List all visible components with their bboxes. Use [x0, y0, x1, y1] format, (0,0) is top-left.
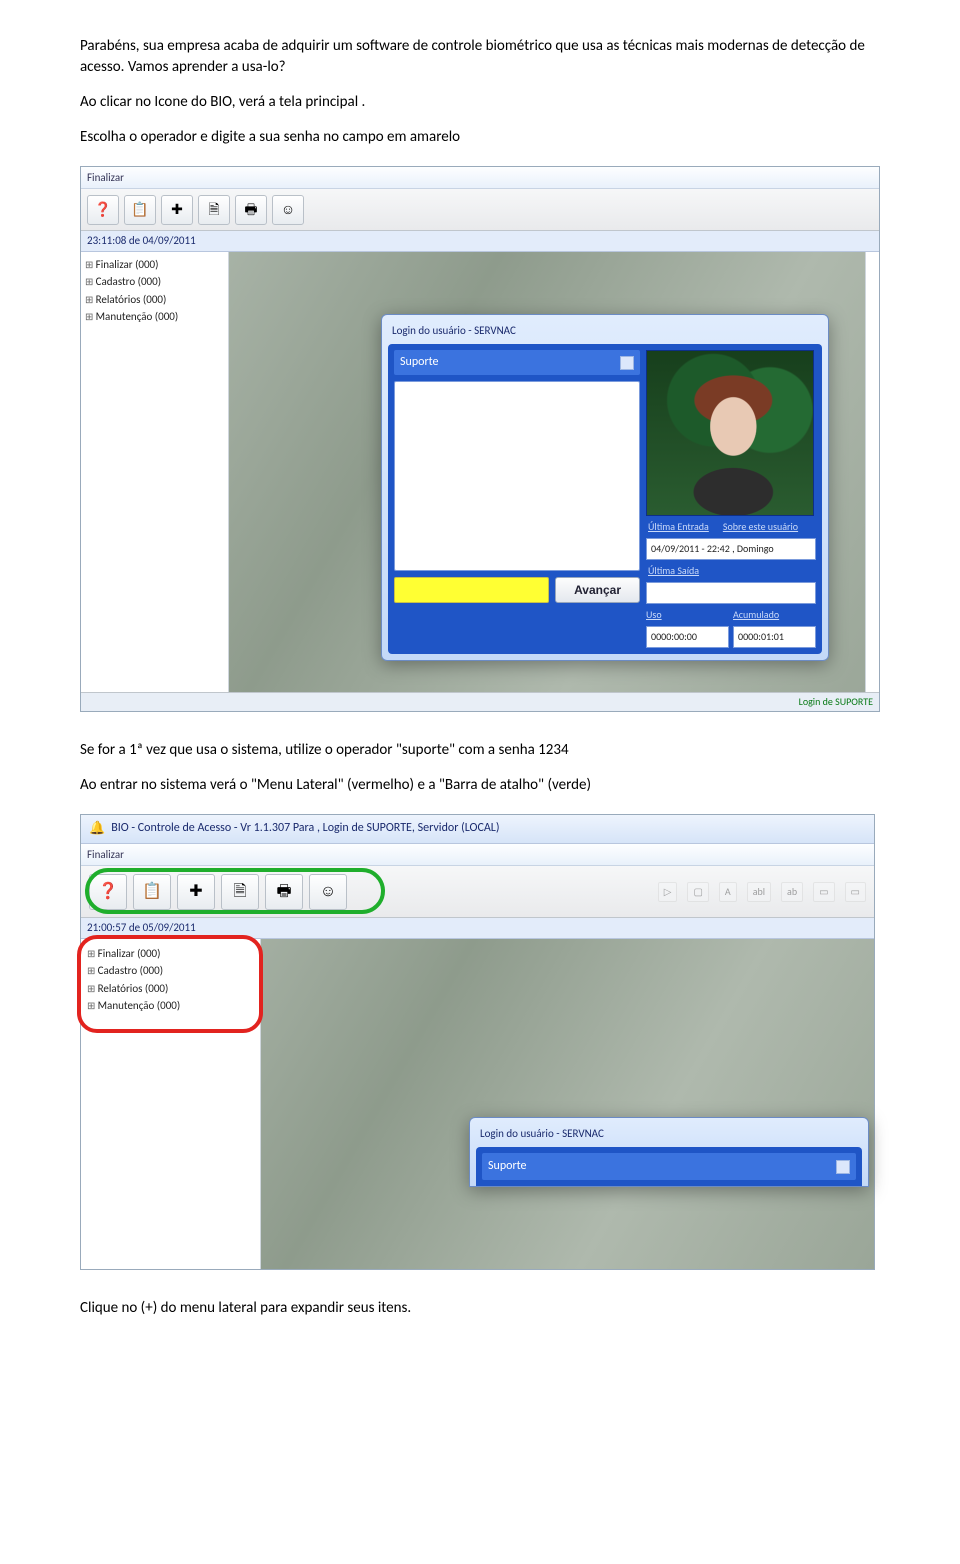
- scroll-up-icon[interactable]: [836, 1160, 850, 1174]
- window-titlebar: 🔔 BIO - Controle de Acesso - Vr 1.1.307 …: [81, 815, 874, 844]
- ultima-entrada-value: 04/09/2011 - 22:42 , Domingo: [646, 538, 816, 560]
- label-acumulado: Acumulado: [733, 608, 816, 622]
- print-icon[interactable]: 🖶: [265, 874, 303, 910]
- document-icon[interactable]: 🗎: [221, 874, 259, 910]
- user-photo: [646, 350, 814, 516]
- menubar: Finalizar: [81, 844, 874, 866]
- pointer-icon: ▷: [658, 882, 678, 902]
- abl-icon: abl: [747, 882, 771, 902]
- side-tree: Finalizar (000) Cadastro (000) Relatório…: [81, 252, 229, 692]
- login-dialog: Login do usuário - SERVNAC Suporte Avanç…: [381, 314, 829, 661]
- selected-user-label: Suporte: [400, 354, 439, 371]
- login-dialog-title: Login do usuário - SERVNAC: [476, 1124, 862, 1147]
- menu-finalizar[interactable]: Finalizar: [87, 848, 124, 861]
- clipboard-icon[interactable]: 📋: [133, 874, 171, 910]
- uso-value: 0000:00:00: [646, 626, 729, 648]
- link-ultima-entrada[interactable]: Última Entrada: [648, 520, 709, 534]
- tree-finalizar[interactable]: Finalizar (000): [85, 256, 224, 273]
- help-icon[interactable]: ❓: [89, 874, 127, 910]
- outro-paragraph-1: Clique no (+) do menu lateral para expan…: [80, 1298, 880, 1319]
- help-icon[interactable]: ❓: [87, 195, 119, 225]
- password-input[interactable]: [394, 577, 549, 603]
- smile-icon[interactable]: ☺: [309, 874, 347, 910]
- intro-paragraph-2: Ao clicar no Icone do BIO, verá a tela p…: [80, 92, 880, 113]
- mid-paragraph-1: Se for a 1ª vez que usa o sistema, utili…: [80, 740, 880, 761]
- screenshot-main-window: Finalizar ❓ 📋 ✚ 🗎 🖶 ☺ 23:11:08 de 04/09/…: [80, 166, 880, 712]
- menu-finalizar[interactable]: Finalizar: [87, 171, 124, 184]
- intro-paragraph-3: Escolha o operador e digite a sua senha …: [80, 127, 880, 148]
- login-dialog-title: Login do usuário - SERVNAC: [388, 321, 822, 344]
- tree-cadastro[interactable]: Cadastro (000): [85, 273, 224, 290]
- print-icon[interactable]: 🖶: [235, 195, 267, 225]
- document-icon[interactable]: 🗎: [198, 195, 230, 225]
- right-scrollbar[interactable]: [865, 252, 879, 692]
- mid-paragraph-2: Ao entrar no sistema verá o "Menu Latera…: [80, 775, 880, 796]
- plus-icon[interactable]: ✚: [177, 874, 215, 910]
- selected-user-row[interactable]: Suporte: [394, 350, 640, 375]
- main-canvas: Login do usuário - SERVNAC Suporte: [261, 939, 874, 1269]
- clock-bar: 21:00:57 de 05/09/2011: [81, 918, 874, 938]
- clock-bar: 23:11:08 de 04/09/2011: [81, 231, 879, 251]
- font-a-icon: A: [719, 882, 737, 902]
- ultima-saida-value: [646, 582, 816, 604]
- label-uso: Uso: [646, 608, 729, 622]
- screenshot-highlighted-window: 🔔 BIO - Controle de Acesso - Vr 1.1.307 …: [80, 814, 875, 1270]
- tree-finalizar[interactable]: Finalizar (000): [87, 945, 254, 962]
- tree-manutencao[interactable]: Manutenção (000): [87, 997, 254, 1014]
- disabled-format-tools: ▷ ▢ A abl ab ▭ ▭: [658, 882, 866, 902]
- ab-icon: ab: [781, 882, 803, 902]
- scroll-up-icon[interactable]: [620, 356, 634, 370]
- user-listbox[interactable]: [394, 381, 640, 571]
- box1-icon: ▭: [813, 882, 834, 902]
- toolbar: ❓ 📋 ✚ 🗎 🖶 ☺: [81, 189, 879, 231]
- tree-relatorios[interactable]: Relatórios (000): [85, 291, 224, 308]
- image-icon: ▢: [687, 882, 708, 902]
- main-canvas: Login do usuário - SERVNAC Suporte Avanç…: [229, 252, 865, 692]
- window-title: BIO - Controle de Acesso - Vr 1.1.307 Pa…: [111, 820, 499, 837]
- smile-icon[interactable]: ☺: [272, 195, 304, 225]
- acumulado-value: 0000:01:01: [733, 626, 816, 648]
- toolbar: ❓ 📋 ✚ 🗎 🖶 ☺ ▷ ▢ A abl ab ▭ ▭: [81, 866, 874, 918]
- plus-icon[interactable]: ✚: [161, 195, 193, 225]
- menubar: Finalizar: [81, 167, 879, 189]
- intro-paragraph-1: Parabéns, sua empresa acaba de adquirir …: [80, 36, 880, 78]
- selected-user-row[interactable]: Suporte: [482, 1153, 856, 1180]
- selected-user-label: Suporte: [488, 1158, 527, 1175]
- box2-icon: ▭: [845, 882, 866, 902]
- app-icon: 🔔: [89, 820, 105, 838]
- tree-cadastro[interactable]: Cadastro (000): [87, 962, 254, 979]
- login-dialog-partial: Login do usuário - SERVNAC Suporte: [469, 1117, 869, 1187]
- advance-button[interactable]: Avançar: [555, 577, 640, 603]
- tree-manutencao[interactable]: Manutenção (000): [85, 308, 224, 325]
- side-tree: Finalizar (000) Cadastro (000) Relatório…: [81, 939, 261, 1269]
- label-ultima-saida[interactable]: Última Saída: [646, 564, 816, 578]
- link-sobre-usuario[interactable]: Sobre este usuário: [723, 520, 798, 534]
- clipboard-icon[interactable]: 📋: [124, 195, 156, 225]
- status-bar: Login de SUPORTE: [81, 692, 879, 711]
- tree-relatorios[interactable]: Relatórios (000): [87, 980, 254, 997]
